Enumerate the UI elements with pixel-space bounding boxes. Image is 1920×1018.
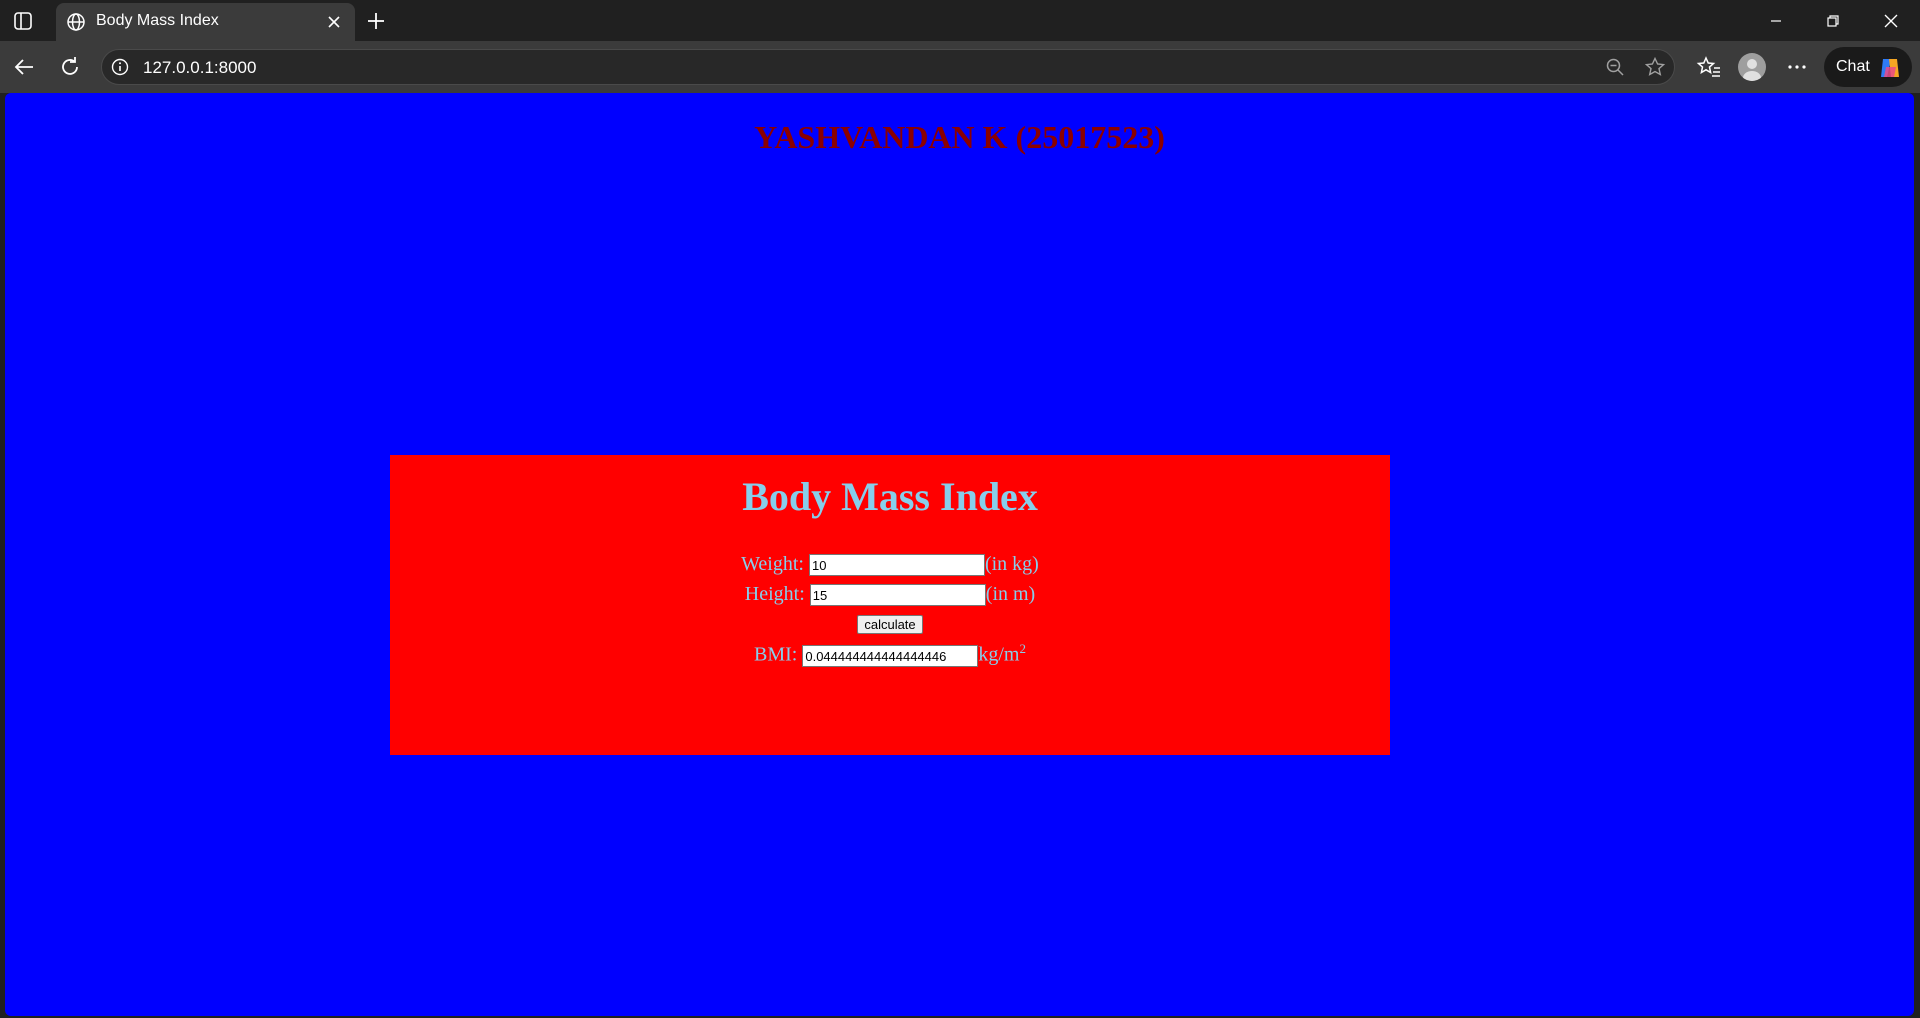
- user-icon: [1743, 59, 1761, 81]
- minimize-icon[interactable]: [1764, 9, 1788, 33]
- card-title: Body Mass Index: [742, 474, 1038, 519]
- height-label: Height:: [744, 583, 810, 605]
- bmi-card: Body Mass Index Weight: (in kg) Height: …: [390, 455, 1390, 755]
- browser-toolbar: 127.0.0.1:8000 Chat: [0, 41, 1920, 93]
- close-window-icon[interactable]: [1879, 9, 1903, 33]
- back-icon[interactable]: [9, 52, 39, 82]
- weight-label: Weight:: [741, 553, 809, 575]
- favorites-icon[interactable]: [1694, 52, 1724, 82]
- profile-avatar[interactable]: [1738, 53, 1766, 81]
- height-unit: (in m): [985, 583, 1036, 605]
- chat-label: Chat: [1836, 58, 1870, 75]
- globe-icon: [67, 13, 85, 31]
- height-input[interactable]: [809, 584, 986, 607]
- bmi-row: BMI: kg/m2: [390, 641, 1390, 668]
- sidebar-toggle-icon[interactable]: [12, 10, 34, 32]
- bmi-unit: kg/m: [978, 643, 1020, 666]
- chat-button[interactable]: Chat: [1824, 47, 1912, 87]
- tab-bar: Body Mass Index: [0, 0, 1920, 41]
- bmi-output[interactable]: [802, 645, 979, 668]
- weight-unit: (in kg): [984, 553, 1039, 575]
- zoom-out-icon[interactable]: [1604, 56, 1626, 78]
- site-info-icon[interactable]: [110, 57, 130, 77]
- reload-icon[interactable]: [55, 52, 85, 82]
- bmi-unit-exponent: 2: [1019, 641, 1026, 656]
- height-row: Height: (in m): [390, 583, 1390, 607]
- copilot-icon: [1881, 59, 1899, 77]
- url-text[interactable]: 127.0.0.1:8000: [143, 58, 256, 78]
- favorite-star-icon[interactable]: [1644, 56, 1666, 78]
- calculate-button[interactable]: calculate: [857, 615, 923, 634]
- bmi-label: BMI:: [754, 643, 803, 666]
- browser-tab[interactable]: Body Mass Index: [56, 3, 355, 41]
- address-bar[interactable]: 127.0.0.1:8000: [101, 49, 1675, 85]
- student-heading: YASHVANDAN K (25017523): [754, 119, 1165, 155]
- close-tab-icon[interactable]: [324, 12, 344, 32]
- restore-icon[interactable]: [1821, 9, 1845, 33]
- weight-input[interactable]: [808, 554, 985, 577]
- tab-title: Body Mass Index: [96, 12, 219, 29]
- weight-row: Weight: (in kg): [390, 553, 1390, 577]
- page-body: YASHVANDAN K (25017523) Body Mass Index …: [5, 93, 1914, 1016]
- calculate-row: calculate: [390, 612, 1390, 635]
- more-options-icon[interactable]: [1782, 52, 1812, 82]
- new-tab-icon[interactable]: [364, 9, 388, 33]
